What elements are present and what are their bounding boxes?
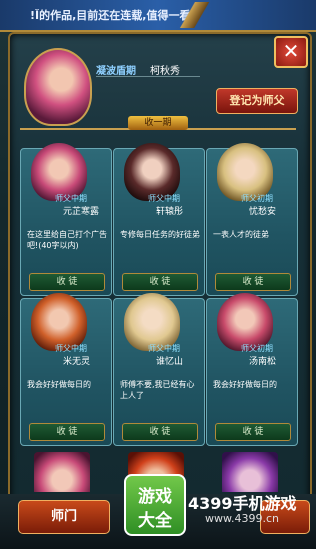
- game-window: !Ǐ的作品,目前还在连载,值得一看! ✕ 凝波盾期 柯秋秀 登记为师父 收一期 …: [0, 0, 316, 549]
- watermark-url: www.4399.cn: [205, 512, 279, 525]
- mentor-hall-button[interactable]: 师门: [18, 500, 110, 534]
- player-avatar: [24, 48, 92, 126]
- player-name: 柯秋秀: [150, 66, 180, 77]
- tab-first-page[interactable]: 收一期: [128, 116, 188, 130]
- mentor-name: 汤南松: [249, 357, 277, 367]
- mentor-name: 米无灵: [63, 357, 91, 367]
- player-stage: 凝波盾期: [96, 66, 136, 77]
- take-apprentice-button[interactable]: 收 徒: [29, 423, 105, 441]
- mentor-card: 师父中期 轩辕彤 专修每日任务的好徒弟 收 徒: [113, 143, 205, 296]
- take-apprentice-button[interactable]: 收 徒: [29, 273, 105, 291]
- register-mentor-button[interactable]: 登记为师父: [216, 88, 298, 114]
- partial-portrait: [34, 452, 90, 492]
- mentor-role: 师父中期: [148, 194, 180, 203]
- mentor-message: 我会好好做每日的: [213, 380, 277, 389]
- mentor-card: 师父中期 元芷寒露 在这里给自己打个广告吧!(40字以内) 收 徒: [20, 143, 112, 296]
- watermark-logo-line2: 大全: [138, 511, 172, 531]
- close-button[interactable]: ✕: [274, 36, 308, 68]
- mentor-role: 师父初期: [241, 344, 273, 353]
- watermark-logo: 游戏 大全: [124, 474, 186, 536]
- mentor-message: 我会好好做每日的: [27, 380, 91, 389]
- mentor-role: 师父中期: [148, 344, 180, 353]
- watermark-brand: 4399手机游戏: [188, 494, 297, 513]
- take-apprentice-button[interactable]: 收 徒: [122, 423, 198, 441]
- mentor-name: 谁忆山: [156, 357, 184, 367]
- name-underline: [96, 76, 200, 77]
- mentor-name: 忧愁安: [249, 207, 277, 217]
- mentor-card: 师父初期 忧愁安 一表人才的徒弟 收 徒: [206, 143, 298, 296]
- mentor-message: 专修每日任务的好徒弟: [120, 230, 200, 239]
- watermark-logo-line1: 游戏: [138, 487, 172, 507]
- mentor-role: 师父中期: [55, 344, 87, 353]
- mentor-card: 师父中期 谁忆山 师傅不要,我已经有心上人了 收 徒: [113, 293, 205, 446]
- take-apprentice-button[interactable]: 收 徒: [215, 273, 291, 291]
- mentor-role: 师父初期: [241, 194, 273, 203]
- top-banner: !Ǐ的作品,目前还在连载,值得一看!: [0, 0, 316, 32]
- mentor-name: 元芷寒露: [63, 207, 100, 217]
- mentor-card: 师父初期 汤南松 我会好好做每日的 收 徒: [206, 293, 298, 446]
- partial-portrait: [222, 452, 278, 492]
- mentor-name: 轩辕彤: [156, 207, 184, 217]
- mentor-role: 师父中期: [55, 194, 87, 203]
- mentor-message: 一表人才的徒弟: [213, 230, 269, 239]
- weapon-decoration: [166, 2, 246, 28]
- mentor-message: 师傅不要,我已经有心上人了: [120, 380, 195, 400]
- mentor-message: 在这里给自己打个广告吧!(40字以内): [27, 230, 107, 250]
- mentor-card: 师父中期 米无灵 我会好好做每日的 收 徒: [20, 293, 112, 446]
- take-apprentice-button[interactable]: 收 徒: [215, 423, 291, 441]
- take-apprentice-button[interactable]: 收 徒: [122, 273, 198, 291]
